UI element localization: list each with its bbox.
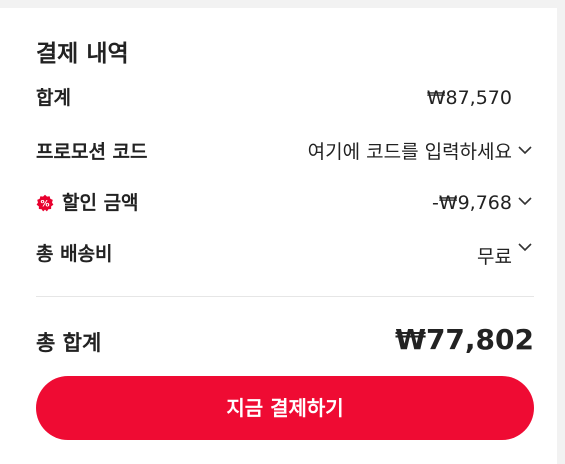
shipping-row[interactable]: 총 배송비 무료 bbox=[36, 240, 534, 268]
summary-divider bbox=[36, 296, 534, 297]
shipping-value: 무료 bbox=[477, 246, 512, 268]
subtotal-row: 합계 ₩87,570 bbox=[36, 84, 534, 112]
chevron-down-icon[interactable] bbox=[516, 238, 534, 256]
summary-title: 결제 내역 bbox=[36, 41, 129, 67]
subtotal-value: ₩87,570 bbox=[426, 87, 512, 109]
total-value: ₩77,802 bbox=[395, 323, 534, 356]
discount-label-wrap: % 할인 금액 bbox=[36, 189, 139, 217]
svg-text:%: % bbox=[40, 200, 49, 210]
subtotal-label: 합계 bbox=[36, 87, 71, 109]
discount-row[interactable]: % 할인 금액 -₩9,768 bbox=[36, 189, 534, 217]
promo-code-input[interactable]: 여기에 코드를 입력하세요 bbox=[308, 138, 512, 166]
discount-badge-icon: % bbox=[36, 194, 54, 212]
promo-code-label: 프로모션 코드 bbox=[36, 141, 148, 163]
shipping-label: 총 배송비 bbox=[36, 243, 113, 265]
chevron-down-icon[interactable] bbox=[516, 141, 534, 159]
total-label: 총 합계 bbox=[36, 331, 102, 355]
discount-value: -₩9,768 bbox=[431, 192, 512, 214]
payment-summary-card: 결제 내역 합계 ₩87,570 프로모션 코드 여기에 코드를 입력하세요 %… bbox=[0, 8, 557, 464]
promo-code-row[interactable]: 프로모션 코드 여기에 코드를 입력하세요 bbox=[36, 138, 534, 166]
chevron-down-icon[interactable] bbox=[516, 192, 534, 210]
discount-label: 할인 금액 bbox=[62, 192, 139, 214]
pay-now-button[interactable]: 지금 결제하기 bbox=[36, 376, 534, 440]
